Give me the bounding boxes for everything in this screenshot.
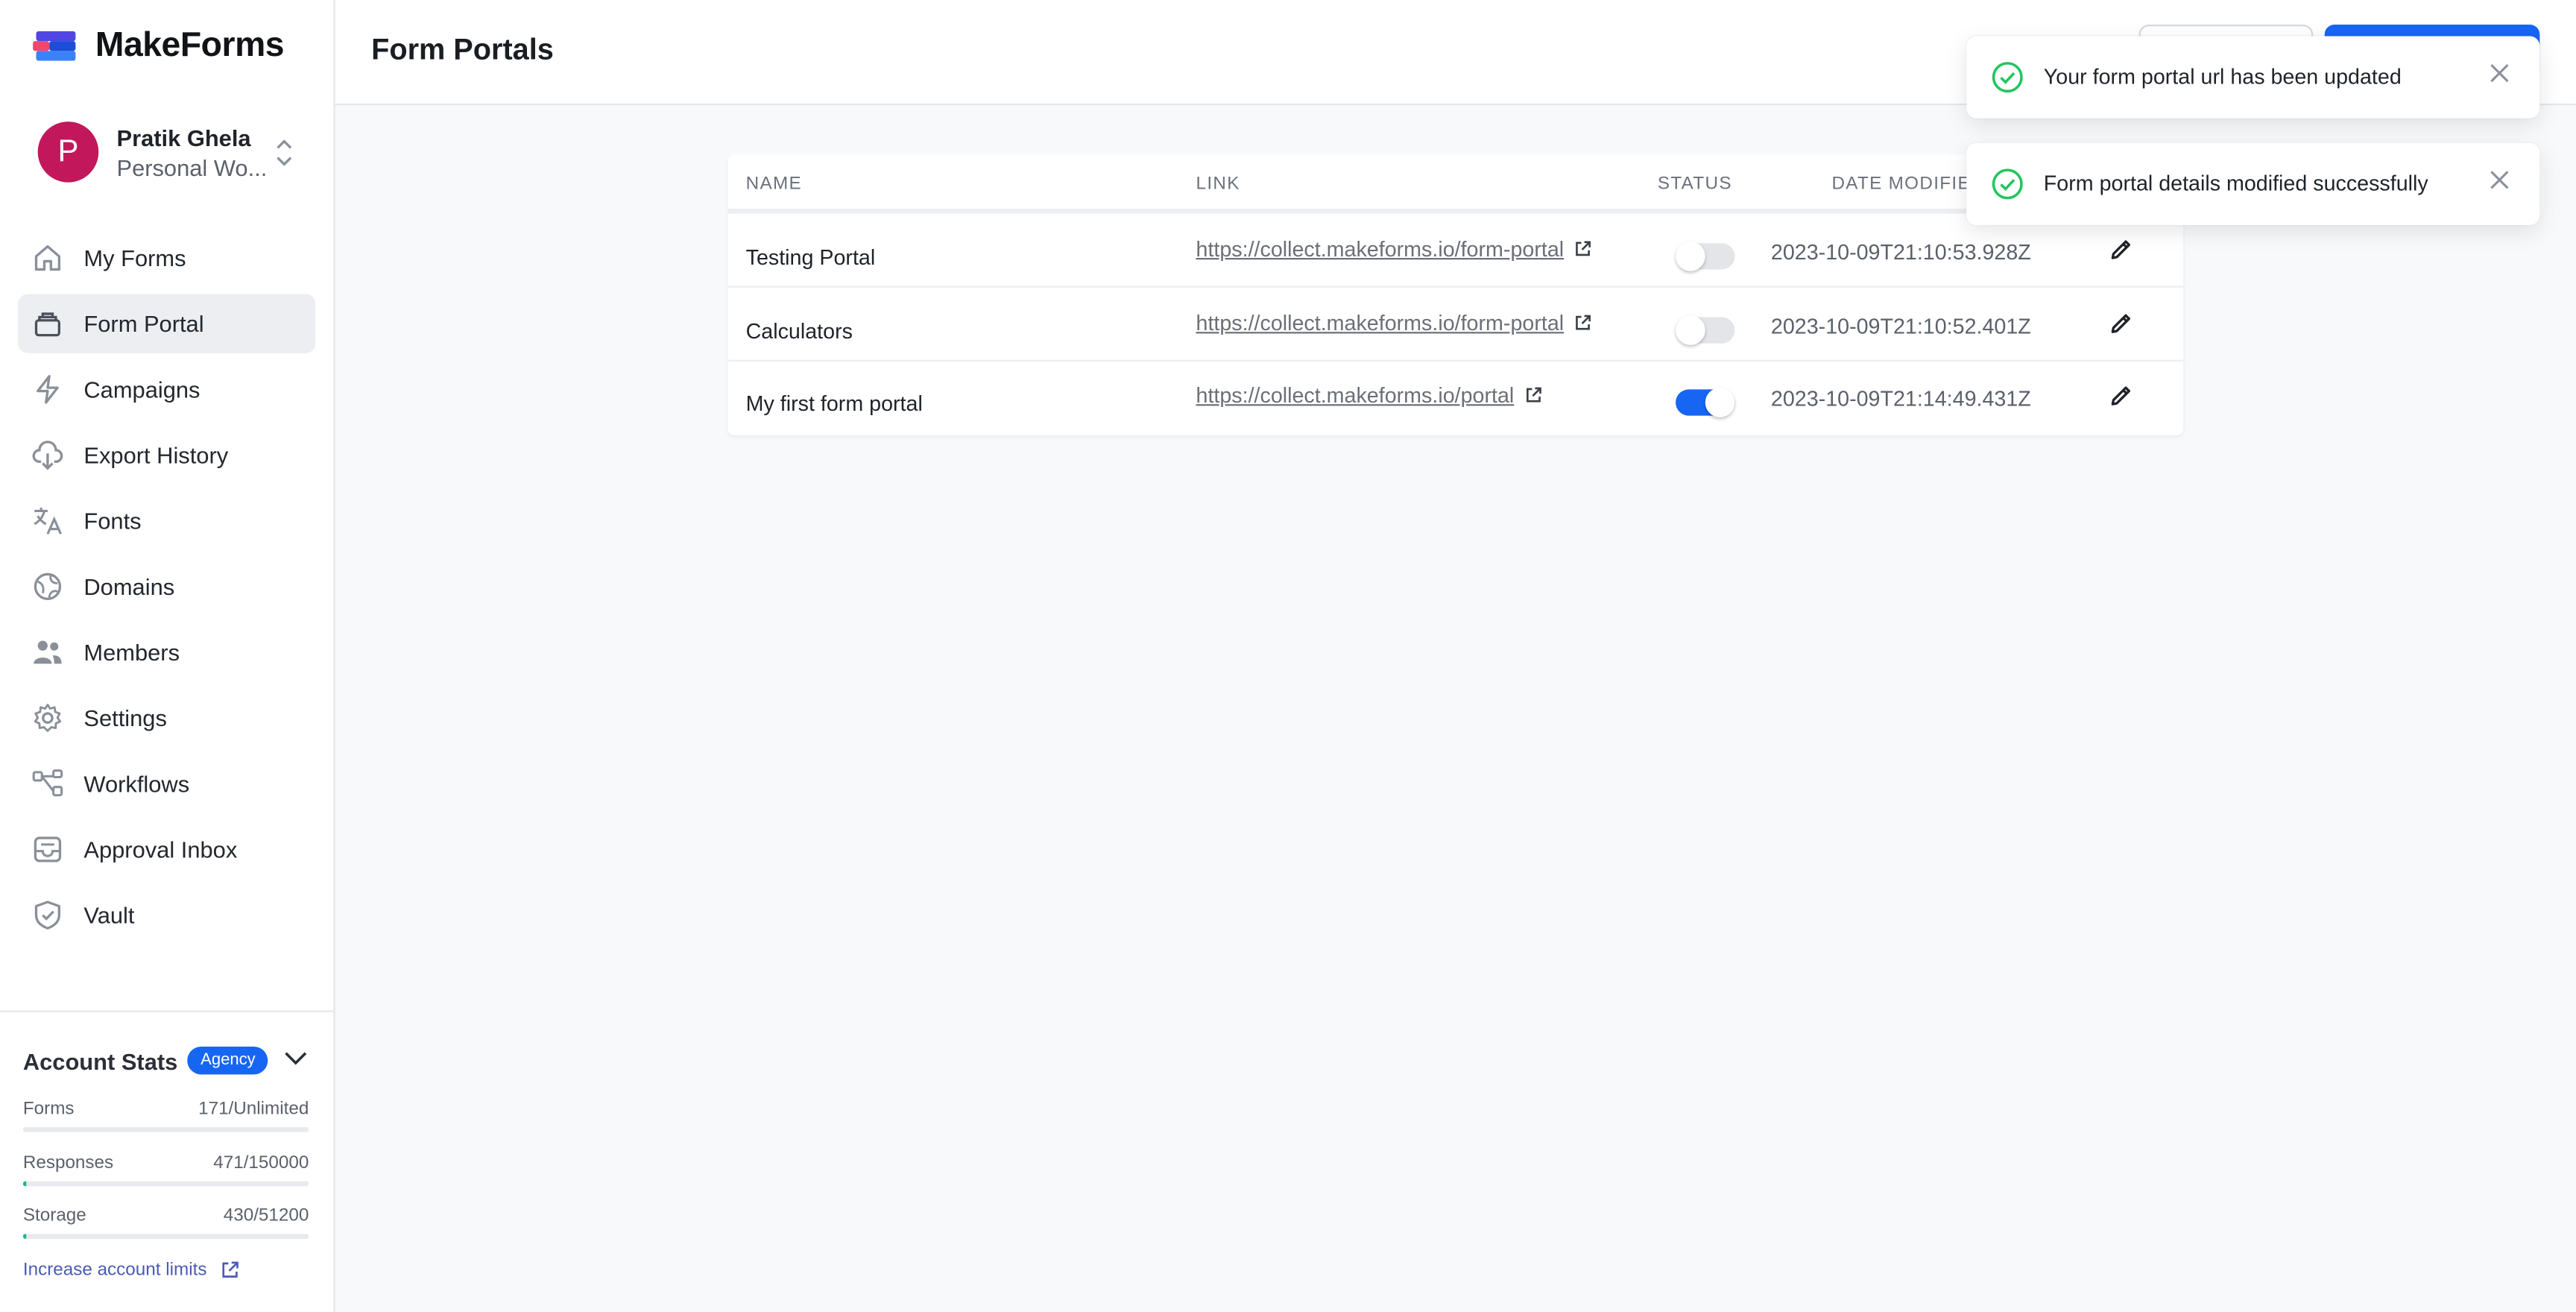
- inbox-icon: [31, 833, 64, 865]
- sidebar-item-label: Domains: [83, 573, 175, 600]
- sidebar-item-my-forms[interactable]: My Forms: [18, 228, 315, 287]
- toast-notification: Your form portal url has been updated: [1966, 36, 2540, 119]
- globe-icon: [31, 570, 64, 603]
- sidebar-item-label: Vault: [83, 901, 135, 929]
- portal-name: My first form portal: [745, 391, 923, 416]
- sidebar-item-label: Fonts: [83, 508, 142, 534]
- stat-label: Forms: [22, 1099, 75, 1119]
- date-modified: 2023-10-09T21:10:52.401Z: [1770, 313, 2031, 339]
- stat-progress-bar: [22, 1234, 309, 1239]
- table-header: NAME LINK STATUS DATE MODIFIE: [727, 154, 2184, 214]
- stat-storage: Storage 430/51200: [22, 1205, 309, 1239]
- toast-message: Your form portal url has been updated: [2043, 63, 2402, 89]
- chevron-updown-icon: [277, 139, 292, 166]
- avatar: P: [37, 122, 99, 183]
- table-row: Calculators https://collect.makeforms.io…: [727, 289, 2184, 362]
- user-name: Pratik Ghela: [116, 124, 251, 151]
- column-header-name: NAME: [745, 174, 802, 195]
- column-header-date: DATE MODIFIE: [1831, 174, 1971, 195]
- cloud-download-icon: [31, 438, 64, 471]
- stat-value: 430/51200: [223, 1205, 309, 1226]
- stat-responses: Responses 471/150000: [22, 1153, 309, 1187]
- external-link-icon[interactable]: [1573, 314, 1591, 332]
- gear-icon: [31, 701, 64, 734]
- home-icon: [31, 242, 64, 274]
- portal-name: Calculators: [745, 318, 853, 344]
- makeforms-logo-icon: [33, 31, 76, 61]
- edit-pencil-icon[interactable]: [2108, 311, 2134, 337]
- toast-message: Form portal details modified successfull…: [2043, 171, 2428, 196]
- page-title: Form Portals: [371, 33, 554, 66]
- sidebar-nav: My Forms Form Portal Campaigns Export Hi…: [18, 228, 316, 951]
- date-modified: 2023-10-09T21:10:53.928Z: [1770, 239, 2031, 265]
- sidebar-item-domains[interactable]: Domains: [18, 557, 315, 616]
- sidebar-item-export-history[interactable]: Export History: [18, 426, 315, 485]
- table-row: Testing Portal https://collect.makeforms…: [727, 215, 2184, 288]
- sidebar-item-approval-inbox[interactable]: Approval Inbox: [18, 820, 315, 879]
- users-icon: [31, 636, 64, 669]
- sidebar-item-label: Export History: [83, 441, 229, 469]
- table-row: My first form portal https://collect.mak…: [727, 362, 2183, 434]
- account-stats: Account Stats Agency Forms 171/Unlimited…: [0, 1010, 335, 1312]
- sidebar-item-workflows[interactable]: Workflows: [18, 754, 315, 813]
- sidebar-item-campaigns[interactable]: Campaigns: [18, 360, 315, 419]
- sidebar-item-label: Workflows: [83, 770, 190, 797]
- toast-notification: Form portal details modified successfull…: [1966, 142, 2540, 225]
- portal-name: Testing Portal: [745, 245, 876, 270]
- close-icon[interactable]: [2489, 169, 2510, 191]
- sidebar-item-label: Settings: [83, 704, 167, 731]
- portal-link[interactable]: https://collect.makeforms.io/form-portal: [1196, 311, 1565, 335]
- plan-badge: Agency: [187, 1046, 269, 1075]
- external-link-icon[interactable]: [1573, 240, 1591, 258]
- account-stats-title: Account Stats: [22, 1047, 178, 1074]
- sidebar-item-vault[interactable]: Vault: [18, 886, 315, 944]
- portal-icon: [31, 307, 64, 340]
- column-header-status: STATUS: [1657, 174, 1732, 195]
- shield-icon: [31, 899, 64, 932]
- increase-limits-link[interactable]: Increase account limits: [22, 1260, 240, 1280]
- chevron-down-icon[interactable]: [282, 1048, 309, 1067]
- close-icon[interactable]: [2489, 63, 2510, 84]
- date-modified: 2023-10-09T21:14:49.431Z: [1770, 385, 2031, 411]
- external-link-icon[interactable]: [1524, 386, 1542, 404]
- portal-link[interactable]: https://collect.makeforms.io/form-portal: [1196, 236, 1565, 261]
- workspace-name: Personal Wo...: [116, 154, 268, 180]
- increase-limits-label: Increase account limits: [22, 1260, 207, 1280]
- check-circle-icon: [1992, 62, 2023, 93]
- stat-progress-bar: [22, 1126, 309, 1132]
- sidebar-item-label: Members: [83, 639, 180, 666]
- sidebar-item-form-portal[interactable]: Form Portal: [18, 294, 316, 353]
- sidebar-item-fonts[interactable]: Fonts: [18, 491, 315, 550]
- workflow-icon: [31, 767, 64, 800]
- column-header-link: LINK: [1196, 174, 1240, 195]
- external-link-icon: [222, 1261, 239, 1278]
- sidebar-item-settings[interactable]: Settings: [18, 688, 315, 747]
- sidebar-item-label: My Forms: [83, 245, 186, 271]
- status-toggle[interactable]: [1676, 388, 1735, 417]
- stat-forms: Forms 171/Unlimited: [22, 1099, 309, 1132]
- edit-pencil-icon[interactable]: [2108, 236, 2134, 262]
- bolt-icon: [31, 373, 64, 406]
- sidebar-item-label: Form Portal: [83, 310, 204, 337]
- stat-label: Storage: [22, 1205, 86, 1226]
- status-toggle[interactable]: [1676, 241, 1735, 271]
- stat-value: 471/150000: [213, 1153, 309, 1173]
- stat-value: 171/Unlimited: [198, 1099, 309, 1119]
- workspace-switcher[interactable]: P Pratik Ghela Personal Wo...: [37, 122, 301, 183]
- form-portals-table: NAME LINK STATUS DATE MODIFIE Testing Po…: [727, 154, 2184, 436]
- translate-icon: [31, 505, 64, 537]
- sidebar-item-label: Approval Inbox: [83, 836, 238, 863]
- portal-link[interactable]: https://collect.makeforms.io/portal: [1196, 383, 1515, 408]
- sidebar: MakeForms P Pratik Ghela Personal Wo... …: [0, 0, 335, 1312]
- brand[interactable]: MakeForms: [33, 26, 285, 66]
- edit-pencil-icon[interactable]: [2108, 383, 2134, 409]
- stat-progress-bar: [22, 1181, 309, 1187]
- sidebar-item-members[interactable]: Members: [18, 622, 315, 681]
- status-toggle[interactable]: [1676, 315, 1735, 345]
- check-circle-icon: [1992, 168, 2023, 200]
- brand-name: MakeForms: [95, 26, 285, 64]
- sidebar-item-label: Campaigns: [83, 376, 201, 403]
- stat-label: Responses: [22, 1153, 114, 1173]
